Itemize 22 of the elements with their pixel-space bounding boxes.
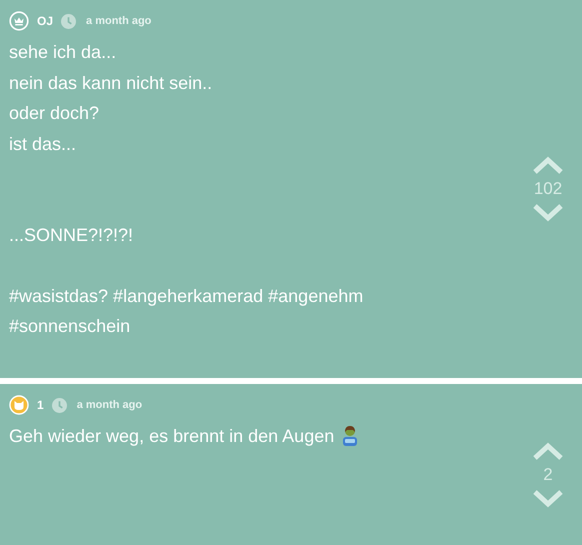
downvote-button[interactable] (532, 203, 564, 223)
post-time: a month ago (76, 399, 142, 411)
crown-avatar-icon (9, 11, 29, 31)
clock-icon (61, 14, 76, 28)
downvote-button[interactable] (532, 488, 564, 508)
post-text: #wasistdas? #langeherkamerad #angenehm (9, 284, 364, 308)
vote-count: 102 (534, 179, 562, 199)
post-time: a month ago (86, 15, 152, 27)
post-text: oder doch? (9, 102, 100, 125)
clock-icon (52, 398, 67, 412)
author-name: 1 (37, 398, 44, 412)
vote-count: 2 (543, 464, 553, 484)
cat-avatar-icon (9, 395, 29, 415)
post-text: ist das... (9, 132, 76, 156)
post-text: Geh wieder weg, es brennt in den Augen (9, 425, 334, 448)
author-name: OJ (37, 14, 54, 28)
post-text: #sonnenschein (9, 315, 130, 338)
upvote-button[interactable] (532, 440, 564, 460)
post-text: ...SONNE?!?!?! (9, 224, 134, 247)
upvote-button[interactable] (532, 155, 564, 175)
post-text: sehe ich da... (9, 41, 116, 64)
post-text: nein das kann nicht sein.. (9, 72, 212, 94)
